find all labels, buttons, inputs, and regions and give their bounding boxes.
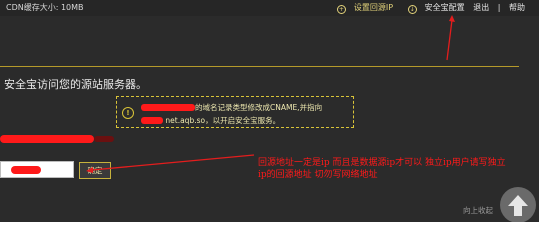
back-to-top-button[interactable] [500,187,536,223]
up-arrow-icon [508,195,528,216]
right-edge [539,0,545,226]
logout-link[interactable]: 退出 [473,2,489,13]
warning-icon: ! [122,107,134,119]
confirm-button[interactable]: 确定 [79,162,111,179]
arrow-to-security-settings [446,19,453,61]
redacted-domain [141,104,195,111]
separator: | [497,3,501,12]
redacted-domain-row [0,135,94,143]
back-to-top-label[interactable]: 向上收起 [463,205,493,216]
arrowhead-top [449,15,455,22]
set-origin-ip-link[interactable]: + 设置回源IP [331,2,393,14]
redacted-cname [141,117,163,124]
notice-line-2: net.aqb.so，以开启安全宝服务。 [141,115,280,126]
settings-circle-icon: + [336,5,346,14]
red-annotation-text: 回源地址一定是ip 而且是数据源ip才可以 独立ip用户请写独立ip的回源地址 … [258,158,506,180]
top-bar: CDN缓存大小: 10MB + 设置回源IP ↓ 安全宝配置 退出 | 帮助 [0,0,539,16]
cdn-cache-size-label: CDN缓存大小: 10MB [6,3,84,12]
bottom-edge [0,222,545,226]
origin-ip-input[interactable] [0,161,74,178]
top-links: + 设置回源IP ↓ 安全宝配置 退出 | 帮助 [325,2,525,14]
redacted-ip-value [11,166,41,174]
security-settings-link[interactable]: ↓ 安全宝配置 [402,2,465,14]
cname-notice-box: ! 的域名记录类型修改成CNAME,并指向 net.aqb.so，以开启安全宝服… [116,96,354,128]
section-divider [0,66,519,67]
app-window: CDN缓存大小: 10MB + 设置回源IP ↓ 安全宝配置 退出 | 帮助 安全宝… [0,0,545,226]
page-heading: 安全宝访问您的源站服务器。 [4,78,147,91]
arrow-to-ip-input [91,154,255,171]
help-link[interactable]: 帮助 [509,2,525,13]
notice-line-1: 的域名记录类型修改成CNAME,并指向 [141,102,322,113]
arrow-circle-icon: ↓ [407,5,417,14]
redacted-domain-row-tail [94,136,114,142]
